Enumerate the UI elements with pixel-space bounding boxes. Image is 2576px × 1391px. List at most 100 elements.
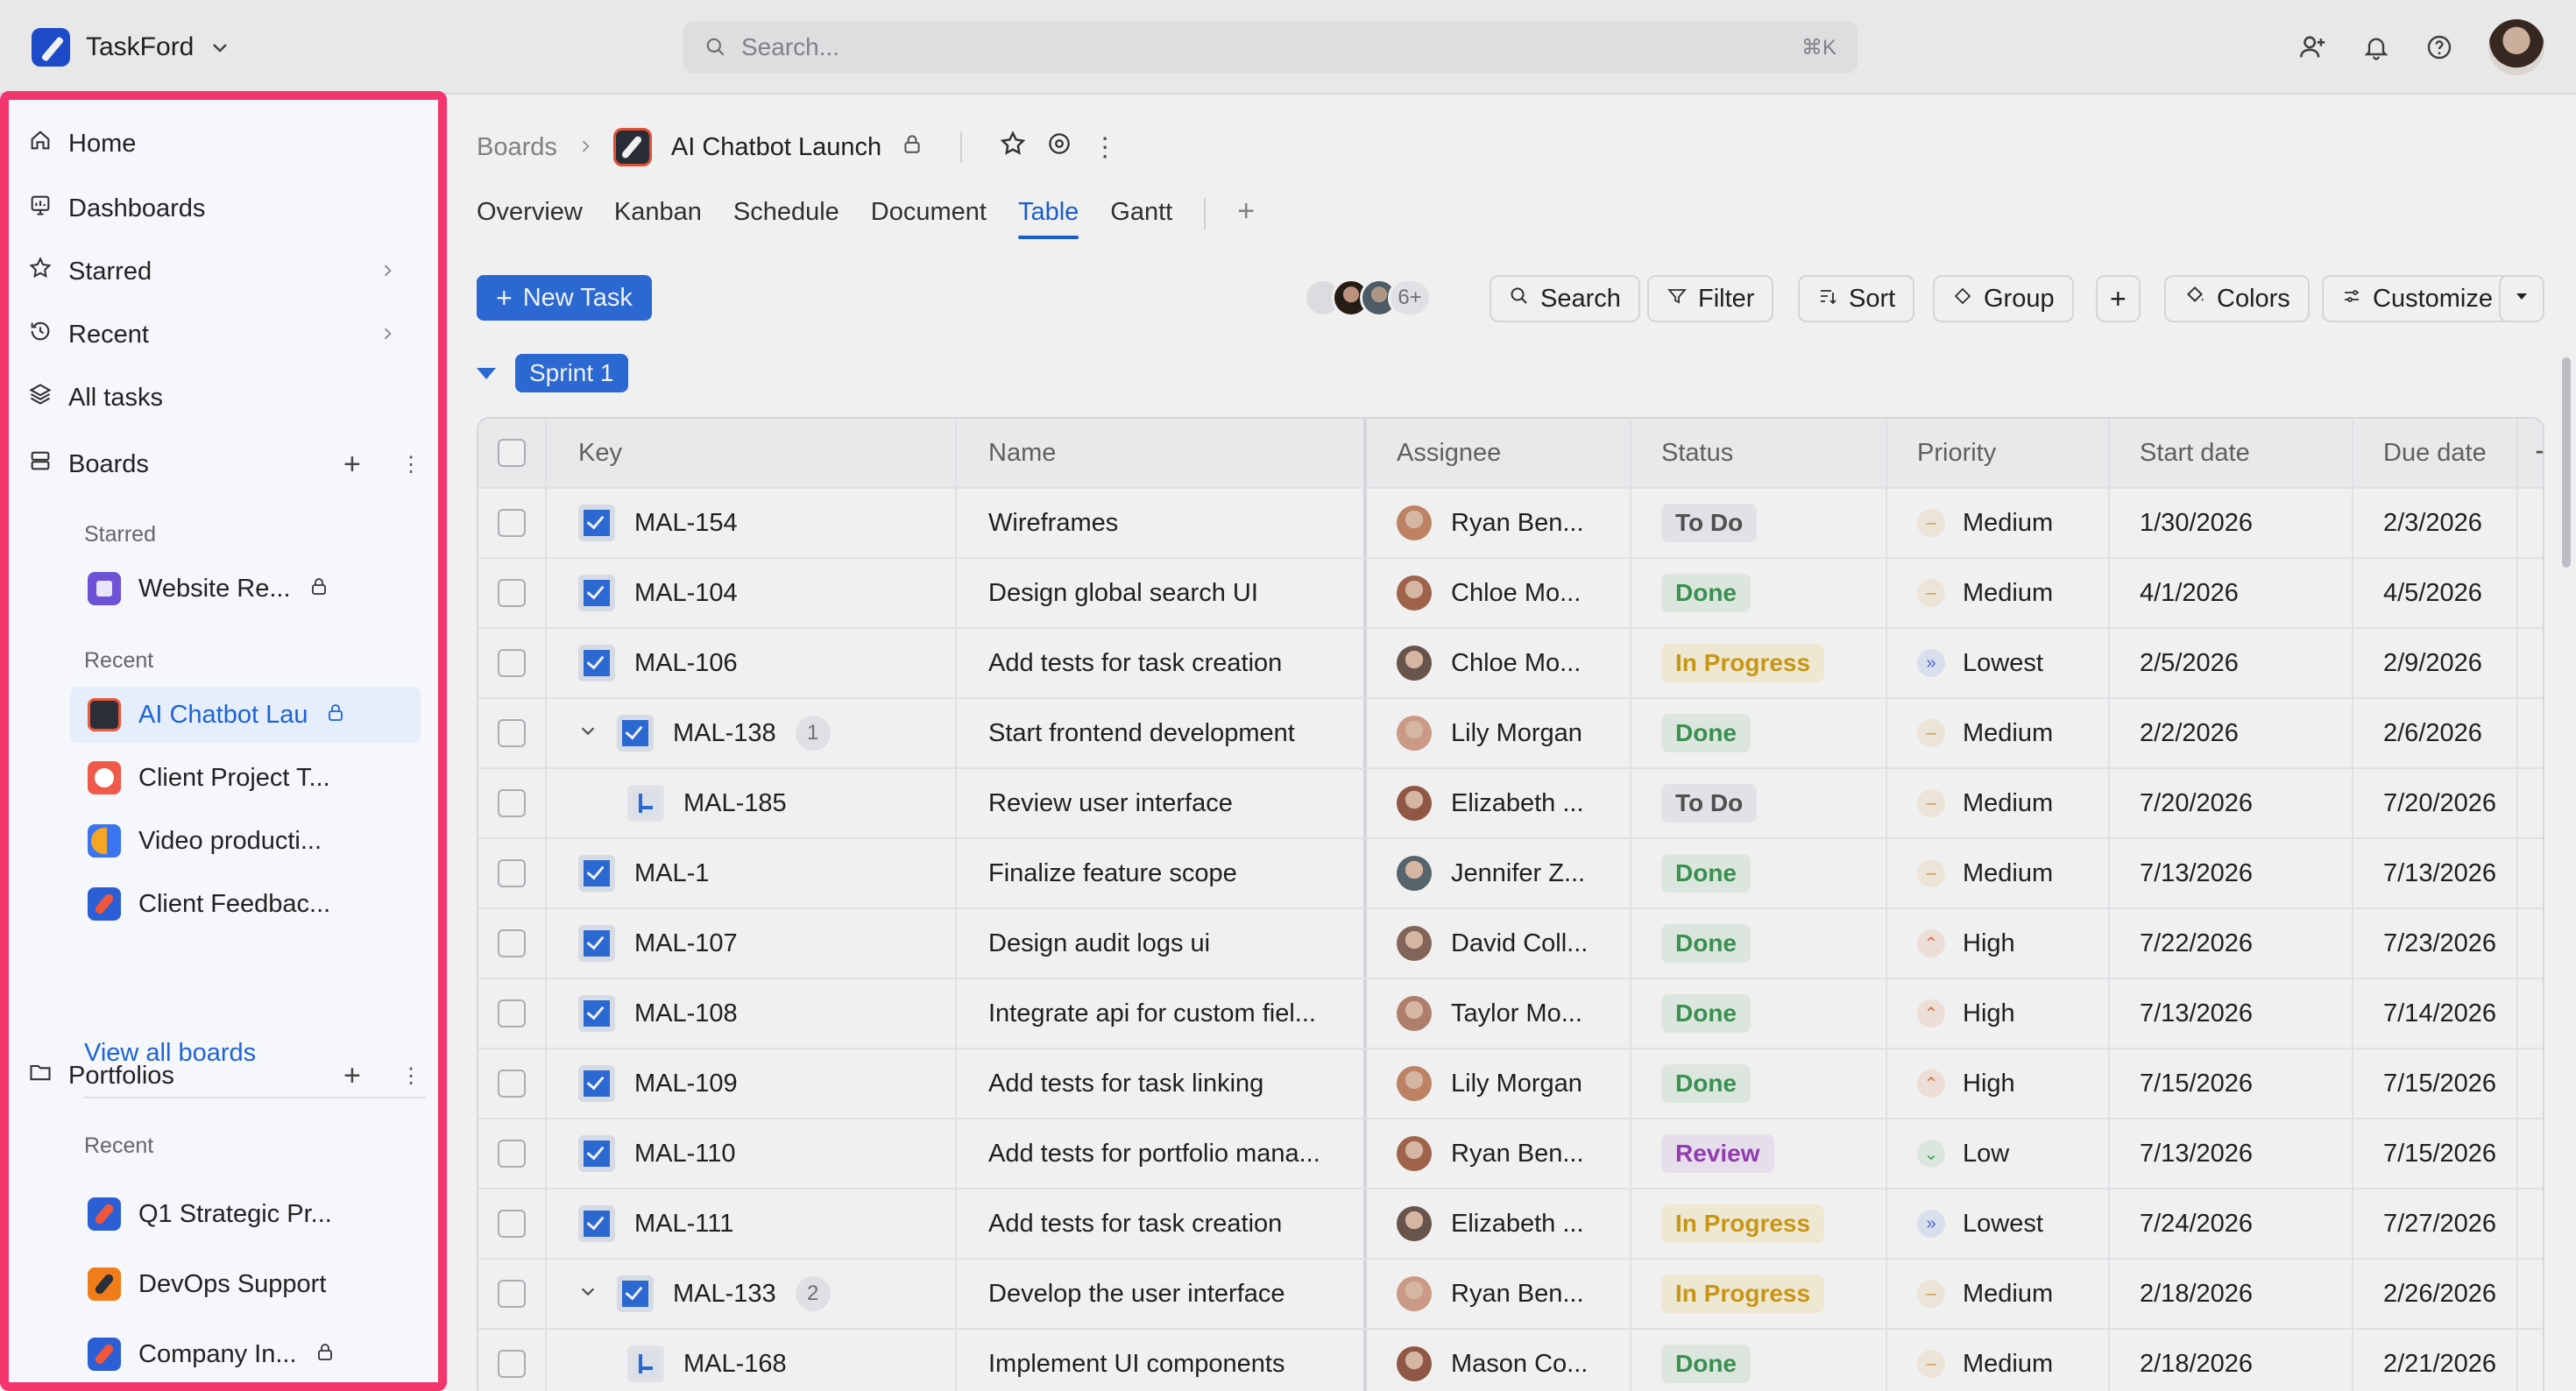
- table-row[interactable]: MAL-185 Review user interface Elizabeth ..…: [478, 769, 2543, 839]
- priority-cell[interactable]: » Lowest: [1887, 629, 2110, 697]
- start-date[interactable]: 7/13/2026: [2110, 839, 2353, 907]
- header-name[interactable]: Name: [957, 419, 1367, 487]
- header-status[interactable]: Status: [1631, 419, 1887, 487]
- due-date[interactable]: 4/5/2026: [2353, 559, 2518, 627]
- status-cell[interactable]: In Progress: [1631, 1260, 1887, 1328]
- row-more-icon[interactable]: ⋮: [2518, 1119, 2544, 1188]
- expand-chevron-icon[interactable]: [578, 1282, 598, 1307]
- sidebar-board-client-project[interactable]: Client Project T...: [70, 750, 421, 806]
- add-view-icon[interactable]: +: [1237, 196, 1255, 239]
- due-date[interactable]: 7/23/2026: [2353, 909, 2518, 978]
- assignee-cell[interactable]: Chloe Mo...: [1367, 559, 1631, 627]
- task-name[interactable]: Finalize feature scope: [957, 839, 1367, 907]
- task-name[interactable]: Design global search UI: [957, 559, 1367, 627]
- filter-button[interactable]: Filter: [1647, 275, 1774, 322]
- row-more-icon[interactable]: ⋮: [2518, 909, 2544, 978]
- due-date[interactable]: 7/14/2026: [2353, 979, 2518, 1048]
- sidebar-item-starred[interactable]: Starred: [28, 245, 396, 298]
- table-row[interactable]: MAL-106 Add tests for task creation Chloe …: [478, 629, 2543, 699]
- table-row[interactable]: MAL-1 Finalize feature scope Jennifer Z...…: [478, 839, 2543, 909]
- breadcrumb-boards[interactable]: Boards: [477, 133, 557, 162]
- row-checkbox[interactable]: [498, 859, 526, 887]
- row-checkbox[interactable]: [498, 1350, 526, 1378]
- row-checkbox[interactable]: [498, 1140, 526, 1168]
- status-cell[interactable]: Done: [1631, 559, 1887, 627]
- tab-document[interactable]: Document: [871, 198, 987, 239]
- header-key[interactable]: Key: [547, 419, 957, 487]
- assignee-cell[interactable]: Taylor Mo...: [1367, 979, 1631, 1048]
- assignee-cell[interactable]: Ryan Ben...: [1367, 1260, 1631, 1328]
- sprint-group-header[interactable]: Sprint 1: [477, 354, 628, 392]
- expand-chevron-icon[interactable]: [578, 721, 598, 746]
- group-button[interactable]: Group: [1933, 275, 2074, 322]
- global-search[interactable]: Search... ⌘K: [683, 21, 1858, 74]
- assignee-cell[interactable]: Chloe Mo...: [1367, 629, 1631, 697]
- assignee-cell[interactable]: Mason Co...: [1367, 1330, 1631, 1391]
- table-row[interactable]: MAL-111 Add tests for task creation Elizab…: [478, 1190, 2543, 1260]
- assignee-cell[interactable]: David Coll...: [1367, 909, 1631, 978]
- key-cell[interactable]: MAL-104: [547, 559, 957, 627]
- table-row[interactable]: MAL-154 Wireframes Ryan Ben... To Do – Medium…: [478, 489, 2543, 559]
- sidebar-portfolio-q1-strategic[interactable]: Q1 Strategic Pr...: [70, 1186, 421, 1242]
- tab-kanban[interactable]: Kanban: [614, 198, 702, 239]
- key-cell[interactable]: MAL-110: [547, 1119, 957, 1188]
- key-cell[interactable]: MAL-133 2: [547, 1260, 957, 1328]
- due-date[interactable]: 7/27/2026: [2353, 1190, 2518, 1258]
- task-name[interactable]: Develop the user interface: [957, 1260, 1367, 1328]
- status-cell[interactable]: To Do: [1631, 769, 1887, 837]
- sidebar-item-home[interactable]: Home: [28, 117, 136, 170]
- row-checkbox[interactable]: [498, 1210, 526, 1238]
- sidebar-board-video-production[interactable]: Video producti...: [70, 813, 421, 869]
- start-date[interactable]: 2/18/2026: [2110, 1330, 2353, 1391]
- priority-cell[interactable]: – Medium: [1887, 1330, 2110, 1391]
- sidebar-board-website[interactable]: Website Re...: [70, 561, 421, 617]
- status-cell[interactable]: In Progress: [1631, 629, 1887, 697]
- assignee-cell[interactable]: Elizabeth ...: [1367, 1190, 1631, 1258]
- task-name[interactable]: Add tests for portfolio mana...: [957, 1119, 1367, 1188]
- status-cell[interactable]: Done: [1631, 699, 1887, 767]
- add-portfolio-icon[interactable]: +: [343, 1059, 361, 1093]
- due-date[interactable]: 2/3/2026: [2353, 489, 2518, 557]
- status-cell[interactable]: To Do: [1631, 489, 1887, 557]
- colors-button[interactable]: Colors: [2164, 275, 2310, 322]
- task-name[interactable]: Add tests for task linking: [957, 1049, 1367, 1118]
- table-row[interactable]: MAL-108 Integrate api for custom fiel... T…: [478, 979, 2543, 1049]
- start-date[interactable]: 7/20/2026: [2110, 769, 2353, 837]
- customize-button[interactable]: Customize: [2322, 275, 2512, 322]
- task-name[interactable]: Add tests for task creation: [957, 629, 1367, 697]
- header-assignee[interactable]: Assignee: [1367, 419, 1631, 487]
- task-name[interactable]: Implement UI components: [957, 1330, 1367, 1391]
- row-more-icon[interactable]: ⋮: [2518, 1049, 2544, 1118]
- row-checkbox[interactable]: [498, 789, 526, 817]
- row-more-icon[interactable]: ⋮: [2518, 769, 2544, 837]
- workspace-switcher[interactable]: TaskFord: [32, 21, 230, 74]
- row-more-icon[interactable]: ⋮: [2518, 699, 2544, 767]
- task-name[interactable]: Wireframes: [957, 489, 1367, 557]
- status-cell[interactable]: Done: [1631, 1330, 1887, 1391]
- due-date[interactable]: 7/20/2026: [2353, 769, 2518, 837]
- assignee-cell[interactable]: Ryan Ben...: [1367, 1119, 1631, 1188]
- more-options-icon[interactable]: ⋮: [1092, 132, 1118, 163]
- help-icon[interactable]: [2425, 33, 2453, 61]
- key-cell[interactable]: MAL-154: [547, 489, 957, 557]
- key-cell[interactable]: MAL-111: [547, 1190, 957, 1258]
- start-date[interactable]: 7/22/2026: [2110, 909, 2353, 978]
- row-more-icon[interactable]: ⋮: [2518, 979, 2544, 1048]
- priority-cell[interactable]: – Medium: [1887, 769, 2110, 837]
- sort-button[interactable]: Sort: [1798, 275, 1915, 322]
- bell-icon[interactable]: [2362, 33, 2390, 61]
- table-row[interactable]: MAL-168 Implement UI components Mason Co..…: [478, 1330, 2543, 1391]
- row-checkbox[interactable]: [498, 999, 526, 1027]
- due-date[interactable]: 2/9/2026: [2353, 629, 2518, 697]
- table-row[interactable]: MAL-109 Add tests for task linking Lily Mo…: [478, 1049, 2543, 1119]
- sidebar-item-all-tasks[interactable]: All tasks: [28, 371, 163, 424]
- key-cell[interactable]: MAL-107: [547, 909, 957, 978]
- tab-gantt[interactable]: Gantt: [1110, 198, 1172, 239]
- priority-cell[interactable]: ⌃ High: [1887, 909, 2110, 978]
- priority-cell[interactable]: » Lowest: [1887, 1190, 2110, 1258]
- add-board-icon[interactable]: +: [343, 448, 361, 482]
- priority-cell[interactable]: – Medium: [1887, 1260, 2110, 1328]
- row-checkbox[interactable]: [498, 1070, 526, 1098]
- assignee-cell[interactable]: Jennifer Z...: [1367, 839, 1631, 907]
- table-row[interactable]: MAL-107 Design audit logs ui David Coll...…: [478, 909, 2543, 979]
